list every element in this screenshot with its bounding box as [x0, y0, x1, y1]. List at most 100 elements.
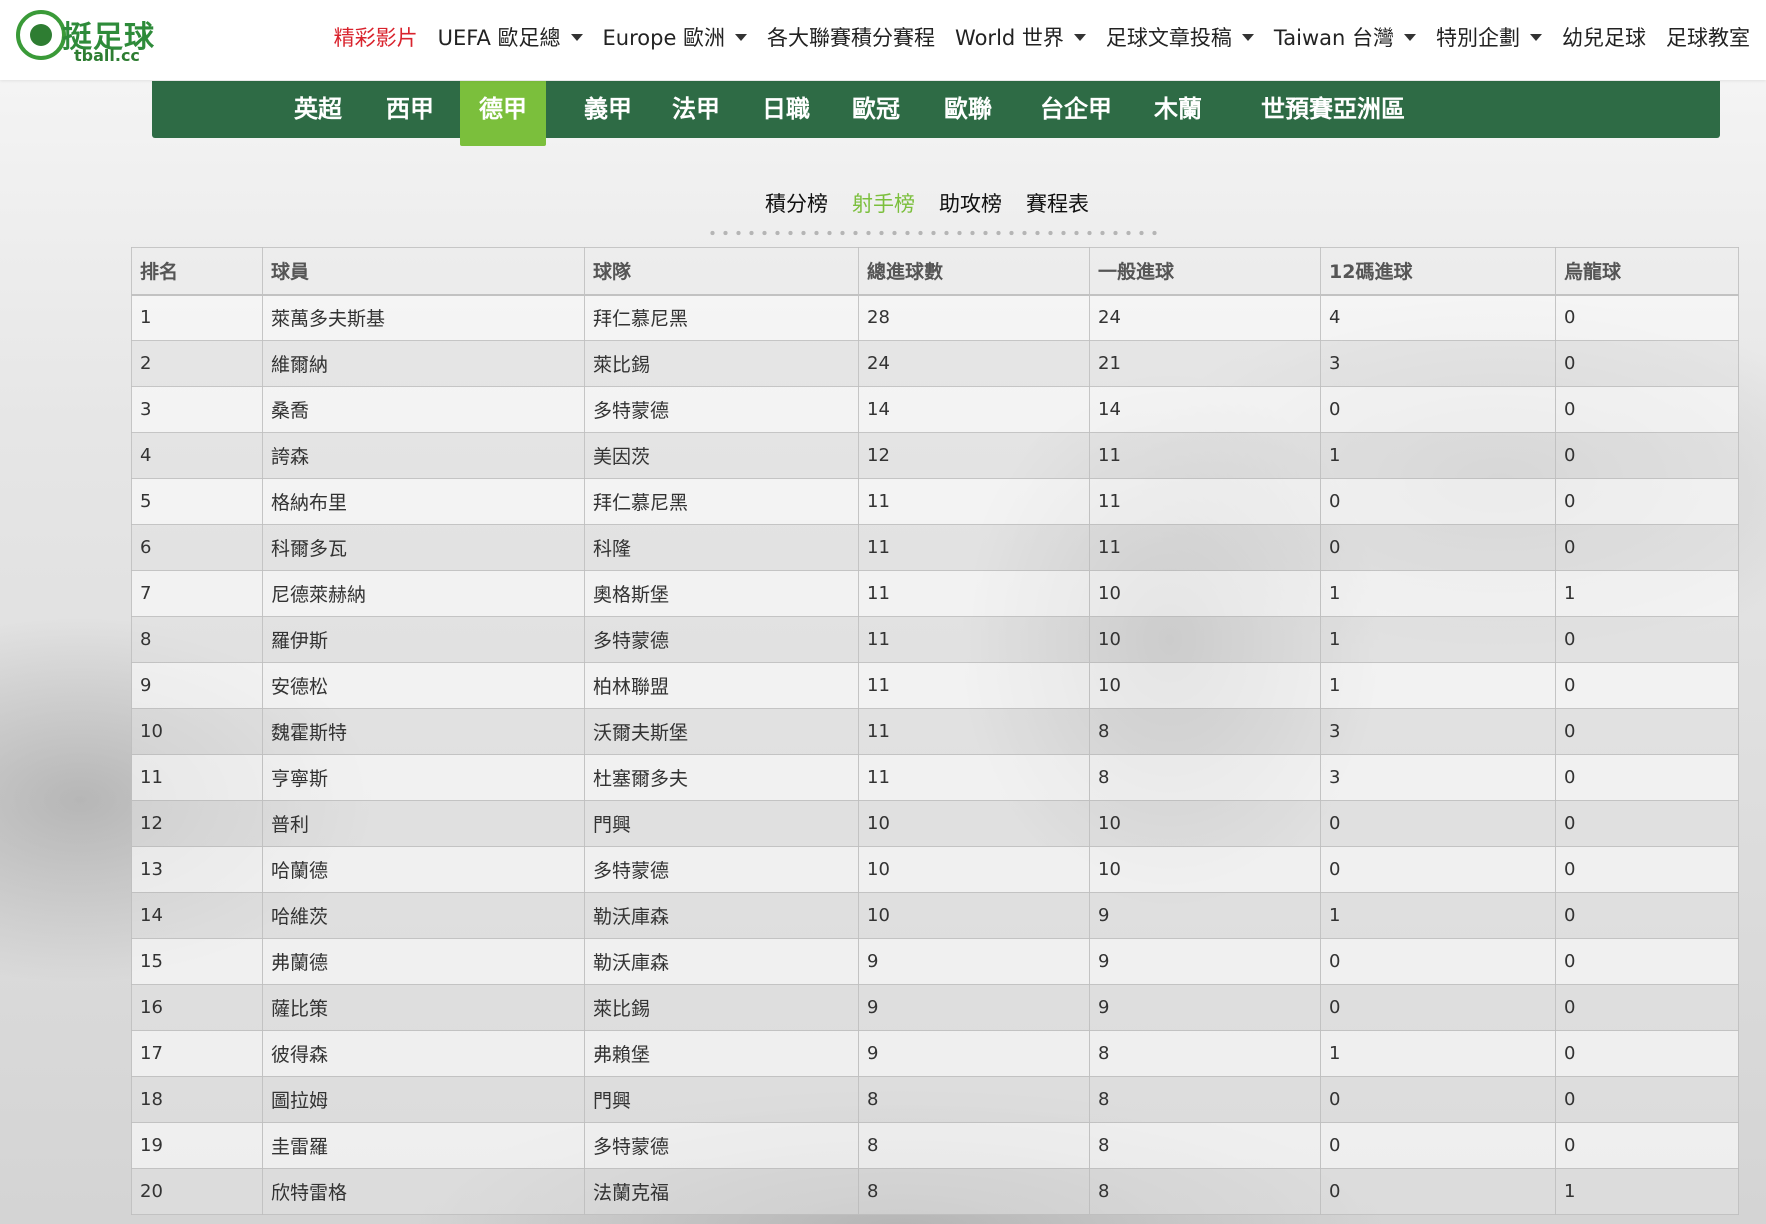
table-cell: 3 — [1320, 340, 1556, 387]
table-cell: 0 — [1555, 1122, 1739, 1169]
table-cell: 桑喬 — [262, 386, 585, 433]
stats-subtabs: 積分榜 射手榜 助攻榜 賽程表 — [0, 188, 1766, 222]
league-tab-1[interactable]: 西甲 — [370, 81, 450, 138]
table-cell: 勒沃庫森 — [584, 938, 859, 985]
table-cell: 9 — [1089, 938, 1321, 985]
table-cell: 28 — [858, 294, 1090, 341]
main-navigation: 精彩影片 UEFA 歐足總 Europe 歐洲 各大聯賽積分賽程 World 世界 足球文… — [334, 20, 1750, 54]
table-cell: 14 — [1089, 386, 1321, 433]
table-cell: 8 — [131, 616, 263, 663]
table-cell: 0 — [1555, 524, 1739, 571]
table-cell: 0 — [1555, 662, 1739, 709]
table-row: 10 魏霍斯特 沃爾夫斯堡 11 8 3 0 — [131, 708, 1739, 755]
nav-item-8[interactable]: 幼兒足球 — [1562, 22, 1646, 52]
table-cell: 0 — [1555, 478, 1739, 525]
table-cell: 門興 — [584, 1076, 859, 1123]
table-cell: 11 — [1089, 432, 1321, 479]
league-tab-9[interactable]: 木蘭 — [1138, 81, 1218, 138]
table-cell: 科隆 — [584, 524, 859, 571]
nav-item-9[interactable]: 足球教室 — [1666, 22, 1750, 52]
table-cell: 萊比錫 — [584, 340, 859, 387]
table-cell: 科爾多瓦 — [262, 524, 585, 571]
table-cell: 1 — [1555, 1168, 1739, 1215]
table-cell: 3 — [1320, 754, 1556, 801]
site-header: 挺足球 tball.cc 精彩影片 UEFA 歐足總 Europe 歐洲 各大聯賽積分… — [0, 0, 1766, 80]
league-tab-8[interactable]: 台企甲 — [1026, 81, 1126, 138]
table-cell: 16 — [131, 984, 263, 1031]
table-cell: 19 — [131, 1122, 263, 1169]
nav-item-label: 足球文章投稿 — [1105, 26, 1232, 50]
table-cell: 9 — [131, 662, 263, 709]
nav-item-1[interactable]: UEFA 歐足總 — [438, 22, 583, 52]
nav-item-0[interactable]: 精彩影片 — [334, 22, 418, 52]
column-header[interactable]: 12碼進球 — [1320, 247, 1556, 296]
league-tab-10[interactable]: 世預賽亞洲區 — [1240, 81, 1426, 138]
table-cell: 0 — [1555, 616, 1739, 663]
nav-item-4[interactable]: World 世界 — [955, 22, 1086, 52]
table-cell: 0 — [1555, 754, 1739, 801]
table-header-row: 排名 球員 球隊 總進球數 一般進球 12碼進球 烏龍球 — [131, 247, 1739, 296]
column-header[interactable]: 球隊 — [584, 247, 859, 296]
table-row: 11 亨寧斯 杜塞爾多夫 11 8 3 0 — [131, 754, 1739, 801]
league-tab-2[interactable]: 德甲 — [460, 81, 546, 146]
table-cell: 11 — [858, 708, 1090, 755]
table-cell: 11 — [858, 570, 1090, 617]
table-cell: 8 — [1089, 1076, 1321, 1123]
site-logo[interactable]: 挺足球 tball.cc — [16, 10, 160, 66]
nav-item-6[interactable]: Taiwan 台灣 — [1274, 22, 1416, 52]
table-cell: 7 — [131, 570, 263, 617]
nav-item-5[interactable]: 足球文章投稿 — [1106, 22, 1254, 52]
league-tab-0[interactable]: 英超 — [278, 81, 358, 138]
table-cell: 0 — [1555, 1076, 1739, 1123]
table-cell: 勒沃庫森 — [584, 892, 859, 939]
caret-down-icon — [735, 33, 748, 41]
table-cell: 24 — [858, 340, 1090, 387]
caret-down-icon — [1073, 33, 1086, 41]
table-cell: 柏林聯盟 — [584, 662, 859, 709]
table-cell: 拜仁慕尼黑 — [584, 294, 859, 341]
nav-item-7[interactable]: 特別企劃 — [1436, 22, 1542, 52]
table-cell: 12 — [131, 800, 263, 847]
column-header[interactable]: 一般進球 — [1089, 247, 1321, 296]
caret-down-icon — [1404, 33, 1416, 41]
table-cell: 門興 — [584, 800, 859, 847]
subtab-3[interactable]: 賽程表 — [1026, 188, 1089, 222]
column-header[interactable]: 烏龍球 — [1555, 247, 1739, 296]
league-tab-6[interactable]: 歐冠 — [836, 81, 916, 138]
table-cell: 沃爾夫斯堡 — [584, 708, 859, 755]
table-row: 8 羅伊斯 多特蒙德 11 10 1 0 — [131, 616, 1739, 663]
table-cell: 圖拉姆 — [262, 1076, 585, 1123]
table-cell: 1 — [1320, 432, 1556, 479]
nav-item-3[interactable]: 各大聯賽積分賽程 — [767, 22, 935, 52]
league-tab-5[interactable]: 日職 — [746, 81, 826, 138]
table-cell: 0 — [1320, 1122, 1556, 1169]
table-cell: 萊萬多夫斯基 — [262, 294, 585, 341]
column-header[interactable]: 排名 — [131, 247, 263, 296]
caret-down-icon — [570, 33, 583, 41]
table-row: 1 萊萬多夫斯基 拜仁慕尼黑 28 24 4 0 — [131, 294, 1739, 341]
table-cell: 0 — [1320, 938, 1556, 985]
league-tab-7[interactable]: 歐聯 — [928, 81, 1008, 138]
table-cell: 14 — [131, 892, 263, 939]
league-tab-3[interactable]: 義甲 — [568, 81, 648, 138]
column-header[interactable]: 總進球數 — [858, 247, 1090, 296]
subtab-0[interactable]: 積分榜 — [765, 188, 828, 222]
table-cell: 20 — [131, 1168, 263, 1215]
league-tab-4[interactable]: 法甲 — [656, 81, 736, 138]
table-cell: 24 — [1089, 294, 1321, 341]
table-cell: 0 — [1555, 294, 1739, 341]
subtab-2[interactable]: 助攻榜 — [939, 188, 1002, 222]
table-cell: 0 — [1555, 708, 1739, 755]
column-header[interactable]: 球員 — [262, 247, 585, 296]
table-cell: 0 — [1555, 846, 1739, 893]
table-row: 13 哈蘭德 多特蒙德 10 10 0 0 — [131, 846, 1739, 893]
nav-item-2[interactable]: Europe 歐洲 — [603, 22, 748, 52]
table-cell: 萊比錫 — [584, 984, 859, 1031]
table-cell: 多特蒙德 — [584, 1122, 859, 1169]
table-cell: 10 — [858, 846, 1090, 893]
top-scorers-table: 排名 球員 球隊 總進球數 一般進球 12碼進球 烏龍球 1 萊萬多夫斯基 拜仁慕尼黑 28 24 4… — [131, 247, 1739, 1215]
table-cell: 0 — [1320, 984, 1556, 1031]
table-cell: 12 — [858, 432, 1090, 479]
subtab-1[interactable]: 射手榜 — [852, 188, 915, 222]
table-cell: 11 — [858, 616, 1090, 663]
